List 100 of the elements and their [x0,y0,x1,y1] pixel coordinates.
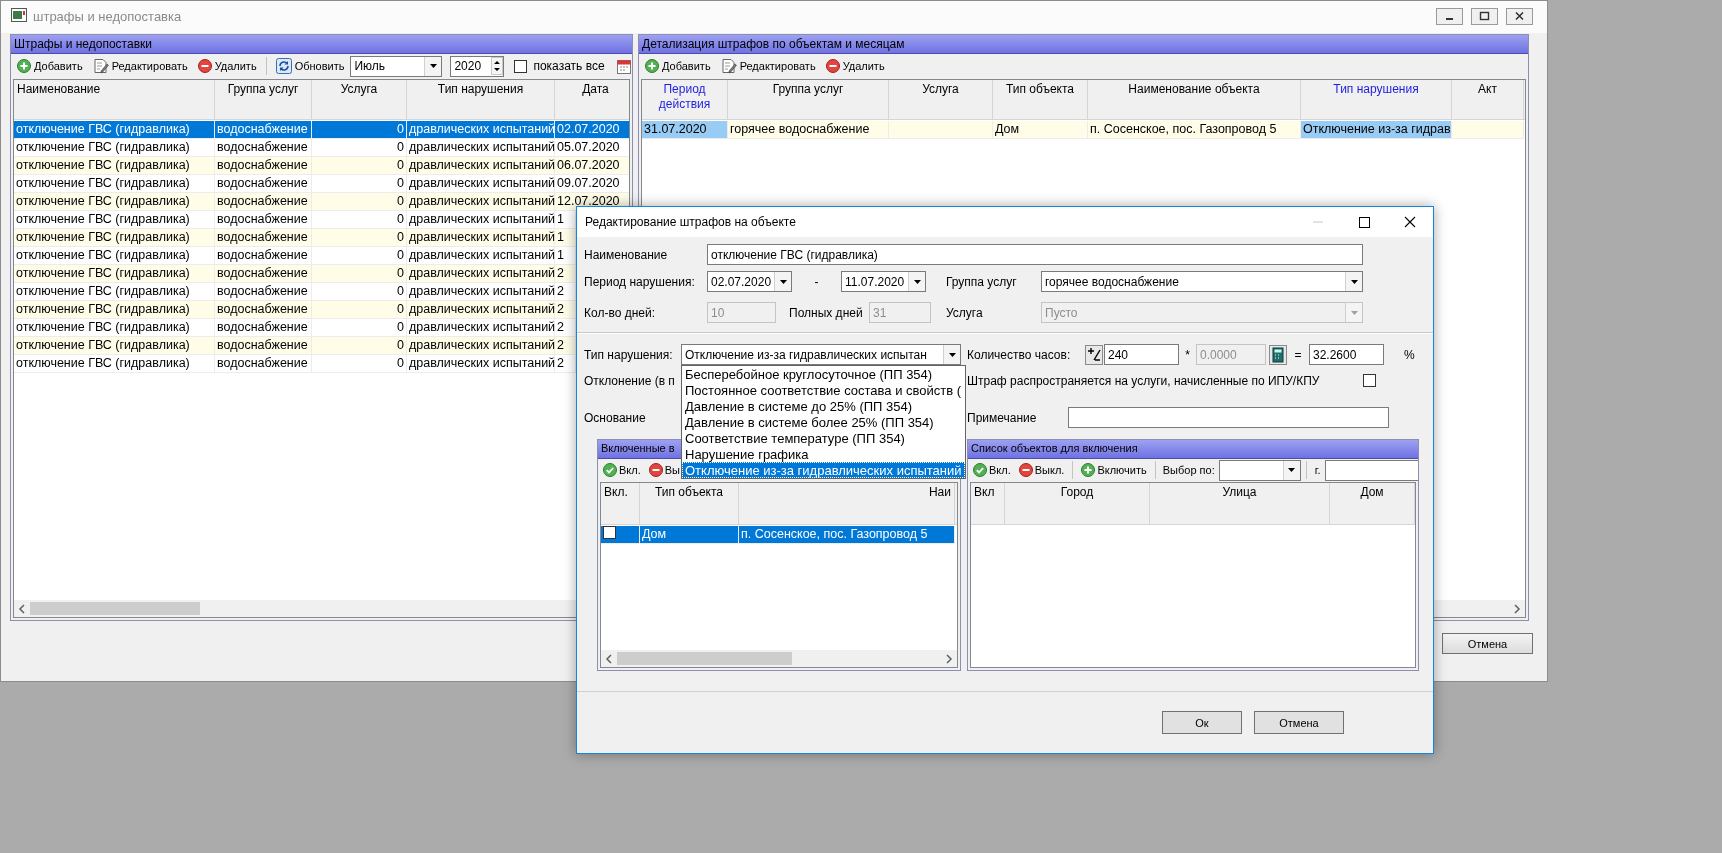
table-cell: отключение ГВС (гидравлика) [14,337,215,354]
maximize-icon[interactable] [1471,8,1498,25]
checkbox[interactable] [1363,374,1376,387]
date-picker[interactable]: 11.07.2020 [841,271,926,292]
edit-button[interactable]: Редактировать [88,55,192,77]
column-header[interactable]: Наименование объекта [1088,80,1301,119]
delete-button[interactable]: Удалить [193,55,261,77]
dropdown-option[interactable]: Постоянное соответствие состава и свойств ( [682,382,965,398]
plus-minus-icon[interactable] [1085,344,1103,365]
add-button[interactable]: Добавить [641,55,715,77]
table-row[interactable]: отключение ГВС (гидравлика) водоснабжение 0 дравлических испытаний 05.07.2020 [14,139,629,157]
table-cell: отключение ГВС (гидравлика) [14,175,215,192]
document-pencil-icon [92,58,109,74]
table-row[interactable]: отключение ГВС (гидравлика) водоснабжение 0 дравлических испытаний 2 [14,301,576,319]
note-field[interactable] [1068,407,1389,428]
multiply-sign: * [1185,347,1190,362]
scrollbar-thumb[interactable] [30,602,200,615]
disable-button[interactable]: Вы [645,459,683,481]
filter-dropdown[interactable] [1218,459,1301,481]
column-header[interactable]: Тип объекта [993,80,1088,119]
checkbox[interactable] [603,526,616,539]
checkbox[interactable] [514,59,528,73]
add-button[interactable]: Добавить [13,55,87,77]
field-label: Полных дней [789,305,863,320]
column-header[interactable]: Услуга [889,80,993,119]
name-field[interactable]: отключение ГВС (гидравлика) [707,244,1363,265]
edit-button[interactable]: Редактировать [716,55,820,77]
panel-title: Детализация штрафов по объектам и месяцам [639,35,1528,54]
table-cell: Дом [993,121,1088,138]
enable-button[interactable]: Вкл. [970,459,1014,481]
table-cell: водоснабжение [215,139,312,156]
table-row[interactable]: отключение ГВС (гидравлика) водоснабжение 0 дравлических испытаний 2 [14,337,576,355]
table-row[interactable]: отключение ГВС (гидравлика) водоснабжение 0 дравлических испытаний 12.07.2020 [14,193,629,211]
column-header[interactable]: Наименование [14,80,215,119]
column-header[interactable]: Акт [1452,80,1524,119]
column-header[interactable]: Тип нарушения [407,80,555,119]
table-row[interactable]: отключение ГВС (гидравлика) водоснабжение 0 дравлических испытаний 2 [14,319,576,337]
close-icon[interactable] [1506,8,1533,25]
table-row[interactable]: отключение ГВС (гидравлика) водоснабжение 0 дравлических испытаний 1 [14,211,576,229]
year-spinner[interactable]: 2020 [450,55,505,77]
dropdown-option[interactable]: Отключение из-за гидравлических испытаний [682,462,965,478]
dropdown-option[interactable]: Бесперебойное круглосуточное (ПП 354) [682,366,965,382]
table-row[interactable]: отключение ГВС (гидравлика) водоснабжение 0 дравлических испытаний 2 [14,265,576,283]
cancel-button[interactable]: Отмена [1254,711,1344,734]
table-row[interactable]: отключение ГВС (гидравлика) водоснабжение 0 дравлических испытаний 1 [14,229,576,247]
month-dropdown[interactable]: Июль [350,55,443,77]
dropdown-option[interactable]: Давление в системе до 25% (ПП 354) [682,398,965,414]
column-header[interactable]: Период действия [642,80,728,119]
disable-button[interactable]: Выкл. [1015,459,1068,481]
table-cell: дравлических испытаний [407,301,555,318]
table-row[interactable]: отключение ГВС (гидравлика) водоснабжение 0 дравлических испытаний 2 [14,355,576,373]
minus-circle-icon [648,463,663,477]
cancel-button[interactable]: Отмена [1442,633,1533,654]
table-row[interactable]: отключение ГВС (гидравлика) водоснабжение 0 дравлических испытаний 1 [14,247,576,265]
table-row[interactable]: отключение ГВС (гидравлика) водоснабжение 0 дравлических испытаний 06.07.2020 [14,157,629,175]
column-header[interactable]: Тип объекта [640,483,739,524]
scrollbar-thumb[interactable] [617,652,792,665]
column-header[interactable]: Наи [739,483,955,524]
refresh-button[interactable]: Обновить [271,55,349,77]
table-cell: дравлических испытаний [407,157,555,174]
plus-circle-icon [1081,463,1096,477]
column-header[interactable]: Дата [555,80,629,119]
field-label: Наименование [584,247,668,262]
table-cell: 05.07.2020 [555,139,629,156]
table-cell: водоснабжение [215,265,312,282]
check-circle-icon [603,463,617,477]
ok-button[interactable]: Ок [1162,711,1242,734]
hours-field[interactable]: 240 [1104,344,1179,365]
violation-type-dropdown[interactable]: Отключение из-за гидравлических испытан [681,344,961,365]
service-group-dropdown[interactable]: горячее водоснабжение [1041,271,1363,292]
column-header[interactable]: Вкл [971,483,1005,524]
minimize-icon[interactable] [1436,8,1463,25]
column-header[interactable]: Тип нарушения [1301,80,1452,119]
enable-button[interactable]: Вкл. [600,459,644,481]
column-header[interactable]: Вкл. [601,483,640,524]
range-dash: - [814,274,819,289]
column-header[interactable]: Город [1005,483,1150,524]
table-cell: водоснабжение [215,175,312,192]
table-row[interactable]: 31.07.2020 горячее водоснабжение Дом п. Сосенское, пос. Газопровод 5 Отключение из-за гидрав [642,121,1524,139]
result-field[interactable]: 32.2600 [1309,344,1384,365]
calendar-icon[interactable] [616,58,631,74]
table-cell: 0 [312,337,407,354]
table-row[interactable]: отключение ГВС (гидравлика) водоснабжение 0 дравлических испытаний 02.07.2020 [14,121,629,139]
add-button[interactable]: Включить [1078,459,1150,481]
column-header[interactable]: Группа услуг [215,80,312,119]
calculator-icon[interactable] [1269,344,1287,365]
table-cell: 0 [312,247,407,264]
date-picker[interactable]: 02.07.2020 [707,271,792,292]
city-field[interactable] [1325,459,1418,481]
column-header[interactable]: Дом [1330,483,1415,524]
delete-button[interactable]: Удалить [821,55,889,77]
table-row[interactable]: отключение ГВС (гидравлика) водоснабжение 0 дравлических испытаний 09.07.2020 [14,175,629,193]
column-header[interactable]: Улица [1150,483,1330,524]
column-header[interactable]: Услуга [312,80,407,119]
field-label: Выбор по: [1162,464,1215,476]
table-row[interactable]: Дом п. Сосенское, пос. Газопровод 5 [601,526,955,544]
horizontal-scrollbar[interactable] [601,650,957,667]
table-row[interactable]: отключение ГВС (гидравлика) водоснабжение 0 дравлических испытаний 2 [14,283,576,301]
column-header[interactable]: Группа услуг [728,80,889,119]
dropdown-option[interactable]: Давление в системе более 25% (ПП 354) [682,414,965,430]
